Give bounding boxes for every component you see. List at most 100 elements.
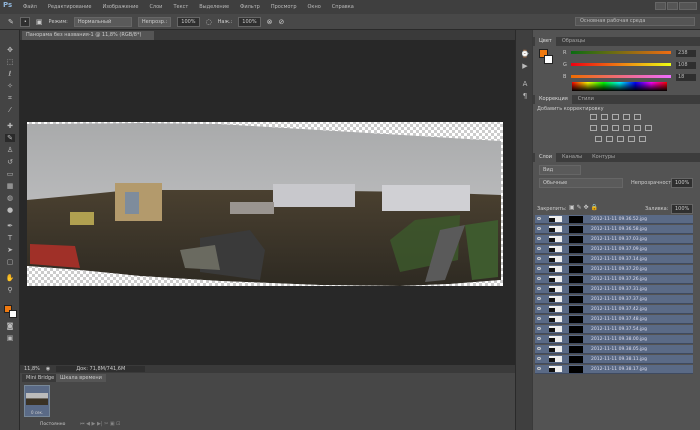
brush-panel-icon[interactable]: ▣ [36,18,43,26]
background-color-swatch[interactable] [9,310,17,318]
layer-opacity-input[interactable]: 100% [671,178,694,188]
history-brush-icon[interactable]: ↺ [5,158,15,166]
dodge-tool-icon[interactable]: ● [5,206,15,214]
layer-row[interactable]: 2012-11-11 09.37.26.jpg [535,275,693,284]
airbrush-icon[interactable]: ⊗ [267,18,273,26]
layer-row[interactable]: 2012-11-11 09.37.14.jpg [535,255,693,264]
healing-tool-icon[interactable]: ✚ [5,122,15,130]
layer-mask-thumbnail[interactable] [569,276,583,283]
channel-g-slider[interactable] [571,63,671,66]
menu-filter[interactable]: Фильтр [240,4,260,10]
timeline-frame[interactable]: 0 сек. [24,385,50,417]
menu-select[interactable]: Выделение [199,4,229,10]
shape-tool-icon[interactable]: ▢ [5,258,15,266]
layer-row[interactable]: 2012-11-11 09.37.03.jpg [535,235,693,244]
color-spectrum[interactable] [572,82,667,91]
lasso-tool-icon[interactable]: ℓ [5,70,15,78]
screen-mode-icon[interactable]: ▣ [5,334,15,342]
eye-icon[interactable] [537,357,541,360]
path-select-icon[interactable]: ➤ [5,246,15,254]
hue-icon[interactable] [590,125,597,131]
stamp-tool-icon[interactable]: ♙ [5,146,15,154]
layer-mask-thumbnail[interactable] [569,256,583,263]
blend-mode-select[interactable]: Обычные [539,178,623,188]
eye-icon[interactable] [537,237,541,240]
eraser-tool-icon[interactable]: ▭ [5,170,15,178]
layer-row[interactable]: 2012-11-11 09.37.48.jpg [535,315,693,324]
layer-mask-thumbnail[interactable] [569,316,583,323]
layer-row[interactable]: 2012-11-11 09.37.09.jpg [535,245,693,254]
color-balance-icon[interactable] [601,125,608,131]
brightness-icon[interactable] [590,114,597,120]
quick-mask-icon[interactable]: ◙ [5,322,15,330]
tab-swatches[interactable]: Образцы [558,37,589,46]
timeline-controls[interactable]: ⏮ ◀ ▶ ▶| ✂ ▣ ⊡ [80,421,120,427]
layer-mask-thumbnail[interactable] [569,346,583,353]
menu-edit[interactable]: Редактирование [48,4,92,10]
tab-mini-bridge[interactable]: Mini Bridge [22,374,59,382]
layer-mask-thumbnail[interactable] [569,286,583,293]
layer-mask-thumbnail[interactable] [569,356,583,363]
tab-color[interactable]: Цвет [535,37,556,46]
paragraph-icon[interactable]: ¶ [520,92,530,100]
channel-r-slider[interactable] [571,51,671,54]
layer-row[interactable]: 2012-11-11 09.36.58.jpg [535,225,693,234]
gradient-map-icon[interactable] [628,136,635,142]
document-tab[interactable]: Панорама без названия-1 @ 11,8% (RGB/8*) [22,31,154,40]
tab-paths[interactable]: Контуры [588,153,619,162]
workspace-switcher[interactable]: Основная рабочая среда [575,17,695,26]
layer-mask-thumbnail[interactable] [569,306,583,313]
menu-type[interactable]: Текст [173,4,188,10]
brush-tool-icon[interactable]: ✎ [8,18,14,26]
quick-select-tool-icon[interactable]: ✧ [5,82,15,90]
frame-time[interactable]: 0 сек. [31,410,43,415]
menu-layer[interactable]: Слои [149,4,162,10]
eye-icon[interactable] [537,347,541,350]
layer-row[interactable]: 2012-11-11 09.37.31.jpg [535,285,693,294]
tab-adjustments[interactable]: Коррекция [535,95,572,104]
menu-window[interactable]: Окно [308,4,321,10]
flow-input[interactable]: 100% [238,16,261,27]
status-info-icon[interactable]: ◉ [46,366,50,372]
layer-mask-thumbnail[interactable] [569,366,583,373]
menu-help[interactable]: Справка [332,4,354,10]
menu-file[interactable]: Файл [23,4,37,10]
layer-row[interactable]: 2012-11-11 09.37.54.jpg [535,325,693,334]
posterize-icon[interactable] [606,136,613,142]
eye-icon[interactable] [537,297,541,300]
eye-icon[interactable] [537,267,541,270]
layer-mask-thumbnail[interactable] [569,296,583,303]
layer-mask-thumbnail[interactable] [569,326,583,333]
channel-b-slider[interactable] [571,75,671,78]
layer-row[interactable]: 2012-11-11 09.36.52.jpg [535,215,693,224]
channel-b-input[interactable]: 18 [676,74,696,81]
eye-icon[interactable] [537,217,541,220]
layer-mask-thumbnail[interactable] [569,246,583,253]
pressure-size-icon[interactable]: ⊘ [278,18,284,26]
character-icon[interactable]: A [520,80,530,88]
layer-fill-input[interactable]: 100% [671,204,694,214]
color-lookup-icon[interactable] [645,125,652,131]
minimize-button[interactable] [655,2,666,10]
eye-icon[interactable] [537,367,541,370]
eye-icon[interactable] [537,317,541,320]
actions-icon[interactable]: ▶ [520,62,530,70]
layer-row[interactable]: 2012-11-11 09.37.20.jpg [535,265,693,274]
brush-preset-picker[interactable]: • [19,16,30,27]
move-tool-icon[interactable]: ✥ [5,46,15,54]
menu-image[interactable]: Изображение [102,4,138,10]
layer-mask-thumbnail[interactable] [569,336,583,343]
tab-channels[interactable]: Каналы [558,153,586,162]
eye-icon[interactable] [537,337,541,340]
history-icon[interactable]: ⌚ [520,50,530,58]
menu-view[interactable]: Просмотр [271,4,297,10]
bw-icon[interactable] [612,125,619,131]
eye-icon[interactable] [537,257,541,260]
loop-select[interactable]: Постоянно [40,422,65,427]
blur-tool-icon[interactable]: ◍ [5,194,15,202]
zoom-level[interactable]: 11,8% [24,366,40,372]
layer-mask-thumbnail[interactable] [569,236,583,243]
channel-r-input[interactable]: 238 [676,50,696,57]
opacity-input[interactable]: 100% [177,16,200,27]
crop-tool-icon[interactable]: ⌗ [5,94,15,102]
